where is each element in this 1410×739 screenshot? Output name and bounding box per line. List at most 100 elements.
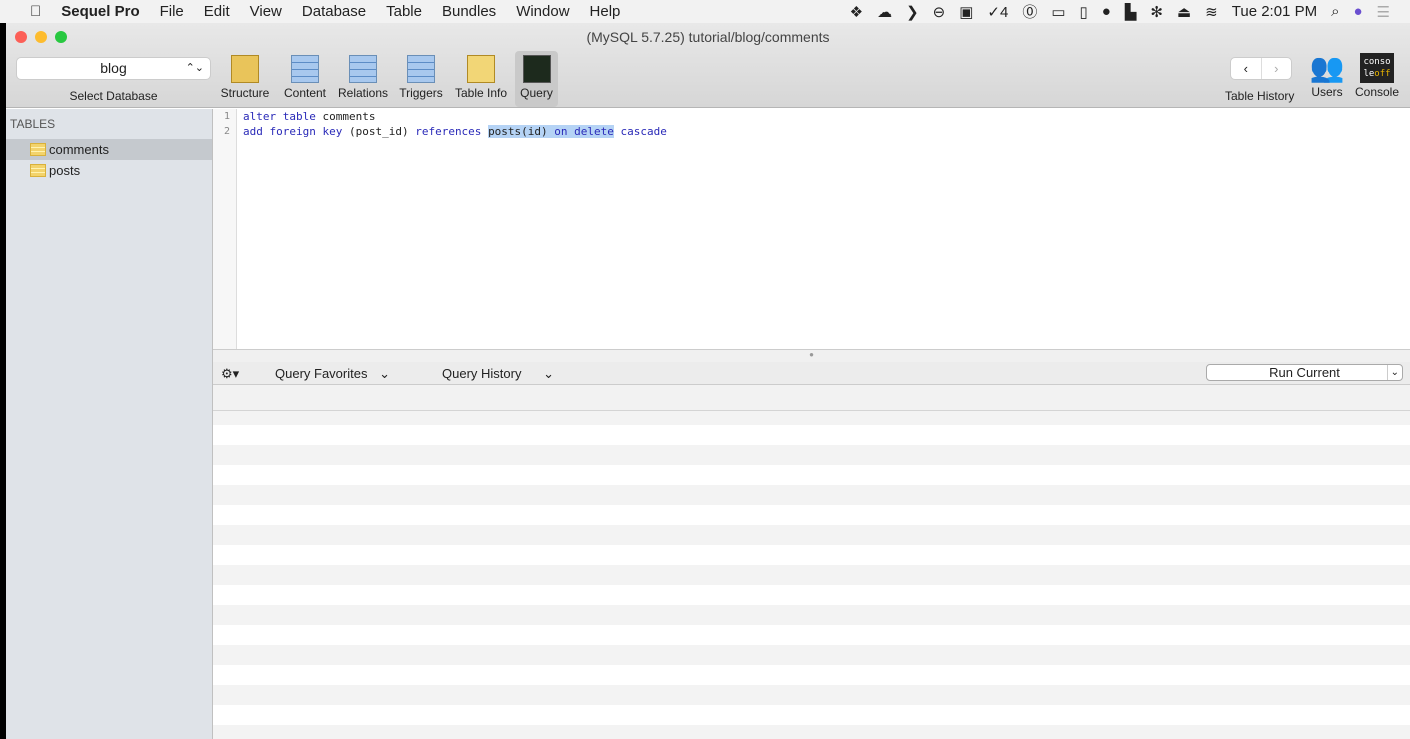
line-number: 2 bbox=[223, 126, 230, 137]
wifi-icon[interactable]: ≋ bbox=[1205, 3, 1218, 21]
dropbox-icon[interactable]: ❖ bbox=[850, 3, 863, 21]
query-bar: ⚙▾ Query Favorites ⌄ Query History ⌄ Run… bbox=[213, 362, 1410, 385]
console-icon: conso leoff bbox=[1360, 53, 1394, 83]
console-button[interactable]: conso leoff Console bbox=[1352, 51, 1402, 99]
content-icon bbox=[291, 55, 319, 83]
camera-icon[interactable]: ▣ bbox=[959, 3, 973, 21]
history-label: Query History bbox=[442, 366, 522, 381]
results-header bbox=[213, 385, 1410, 411]
identifier: (post_id) bbox=[342, 125, 416, 138]
keyword: add foreign key bbox=[243, 125, 343, 138]
query-history-menu[interactable]: Query History ⌄ bbox=[442, 366, 554, 382]
users-label: Users bbox=[1311, 85, 1343, 99]
gear-menu-icon[interactable]: ⚙▾ bbox=[221, 366, 239, 382]
content-label: Content bbox=[283, 86, 327, 100]
menu-edit[interactable]: Edit bbox=[204, 3, 230, 20]
code[interactable]: alter table comments add foreign key (pos… bbox=[243, 109, 667, 139]
circle-icon[interactable]: ⊖ bbox=[933, 3, 946, 21]
selected-text: posts(id) bbox=[488, 125, 555, 138]
table-name: comments bbox=[49, 142, 109, 157]
relations-button[interactable]: Relations bbox=[335, 51, 391, 107]
layout-icon[interactable]: ▙ bbox=[1125, 3, 1137, 21]
content-button[interactable]: Content bbox=[280, 51, 330, 107]
title-bar: (MySQL 5.7.25) tutorial/blog/comments bl… bbox=[6, 23, 1410, 108]
menu-table[interactable]: Table bbox=[386, 3, 422, 20]
code-line-2: add foreign key (post_id) references pos… bbox=[243, 124, 667, 139]
table-info-button[interactable]: Table Info bbox=[452, 51, 510, 107]
console-label: Console bbox=[1354, 85, 1400, 99]
query-favorites-menu[interactable]: Query Favorites ⌄ bbox=[275, 366, 390, 382]
chevron-down-icon: ⌄ bbox=[379, 366, 391, 381]
menu-database[interactable]: Database bbox=[302, 3, 366, 20]
table-name: posts bbox=[49, 163, 81, 178]
siri-icon[interactable]: ● bbox=[1353, 3, 1362, 20]
query-button[interactable]: Query bbox=[515, 51, 558, 107]
users-button[interactable]: 👥 Users bbox=[1308, 51, 1346, 99]
history-nav: ‹ › bbox=[1230, 57, 1292, 80]
table-info-label: Table Info bbox=[454, 86, 508, 100]
structure-button[interactable]: Structure bbox=[217, 51, 273, 107]
identifier: comments bbox=[315, 110, 376, 123]
code-line-1: alter table comments bbox=[243, 109, 667, 124]
window-title: (MySQL 5.7.25) tutorial/blog/comments bbox=[586, 29, 830, 45]
triggers-label: Triggers bbox=[399, 86, 443, 100]
database-value: blog bbox=[100, 60, 127, 76]
table-icon bbox=[30, 164, 46, 177]
chevron-down-icon[interactable]: ⌄ bbox=[1386, 365, 1399, 380]
task-count: 4 bbox=[999, 3, 1009, 21]
users-icon: 👥 bbox=[1309, 52, 1345, 83]
bell-icon[interactable]: ● bbox=[1102, 3, 1111, 20]
tasks-icon[interactable]: ✓4 bbox=[987, 3, 1008, 21]
run-current-button[interactable]: Run Current ⌄ bbox=[1206, 364, 1403, 381]
menu-window[interactable]: Window bbox=[516, 3, 569, 20]
run-label: Run Current bbox=[1269, 365, 1340, 380]
results-table[interactable] bbox=[213, 385, 1410, 739]
tablet-icon[interactable]: ▯ bbox=[1080, 3, 1088, 21]
forward-button[interactable]: › bbox=[1262, 58, 1292, 79]
selected-keyword: on delete bbox=[554, 125, 614, 138]
menu-bundles[interactable]: Bundles bbox=[442, 3, 496, 20]
clock[interactable]: Tue 2:01 PM bbox=[1232, 3, 1317, 20]
structure-icon bbox=[231, 55, 259, 83]
search-icon[interactable]: ⌕ bbox=[1331, 3, 1339, 20]
table-item-posts[interactable]: posts bbox=[6, 160, 212, 181]
triggers-icon bbox=[407, 55, 435, 83]
table-history-label: Table History bbox=[1225, 89, 1295, 103]
structure-label: Structure bbox=[220, 86, 270, 100]
menu-app[interactable]: Sequel Pro bbox=[61, 3, 139, 20]
apple-icon[interactable]:  bbox=[30, 3, 41, 20]
menu-file[interactable]: File bbox=[160, 3, 184, 20]
cloud-icon[interactable]: ☁ bbox=[877, 3, 892, 21]
sidebar: TABLES comments posts bbox=[6, 109, 213, 739]
line-numbers: 12 bbox=[213, 109, 237, 349]
terminal-icon bbox=[522, 55, 551, 83]
relations-label: Relations bbox=[337, 86, 389, 100]
back-button[interactable]: ‹ bbox=[1231, 58, 1262, 79]
bluetooth-icon[interactable]: ✻ bbox=[1150, 3, 1163, 21]
select-database-label: Select Database bbox=[69, 89, 158, 103]
chevron-icon[interactable]: ❯ bbox=[906, 3, 919, 21]
menu-help[interactable]: Help bbox=[590, 3, 621, 20]
query-editor[interactable]: 12 alter table comments add foreign key (… bbox=[213, 109, 1410, 349]
keyword: cascade bbox=[613, 125, 667, 138]
relations-icon bbox=[349, 55, 377, 83]
split-handle[interactable]: ● bbox=[213, 349, 1410, 362]
chevron-down-icon: ⌄ bbox=[543, 366, 554, 381]
query-label: Query bbox=[520, 86, 553, 100]
keyword: alter table bbox=[243, 110, 316, 123]
favorites-label: Query Favorites bbox=[275, 366, 368, 381]
airplay-icon[interactable]: ⏏ bbox=[1177, 3, 1191, 21]
triggers-button[interactable]: Triggers bbox=[396, 51, 446, 107]
status-icons: ❖ ☁ ❯ ⊖ ▣ ✓4 ⓪ ▭ ▯ ● ▙ ✻ ⏏ ≋ Tue 2:01 PM… bbox=[850, 0, 1390, 23]
updown-icon: ⌃⌄ bbox=[185, 62, 204, 74]
table-item-comments[interactable]: comments bbox=[6, 139, 212, 160]
database-select[interactable]: blog ⌃⌄ bbox=[16, 57, 211, 80]
menu-view[interactable]: View bbox=[250, 3, 282, 20]
onepassword-icon[interactable]: ⓪ bbox=[1022, 1, 1037, 22]
display-icon[interactable]: ▭ bbox=[1051, 3, 1065, 21]
menu-bar:  Sequel Pro File Edit View Database Tab… bbox=[0, 0, 1410, 23]
notification-icon[interactable]: ☰ bbox=[1377, 3, 1390, 21]
line-number: 1 bbox=[223, 111, 230, 122]
app-window: (MySQL 5.7.25) tutorial/blog/comments bl… bbox=[6, 23, 1410, 739]
table-icon bbox=[30, 143, 46, 156]
